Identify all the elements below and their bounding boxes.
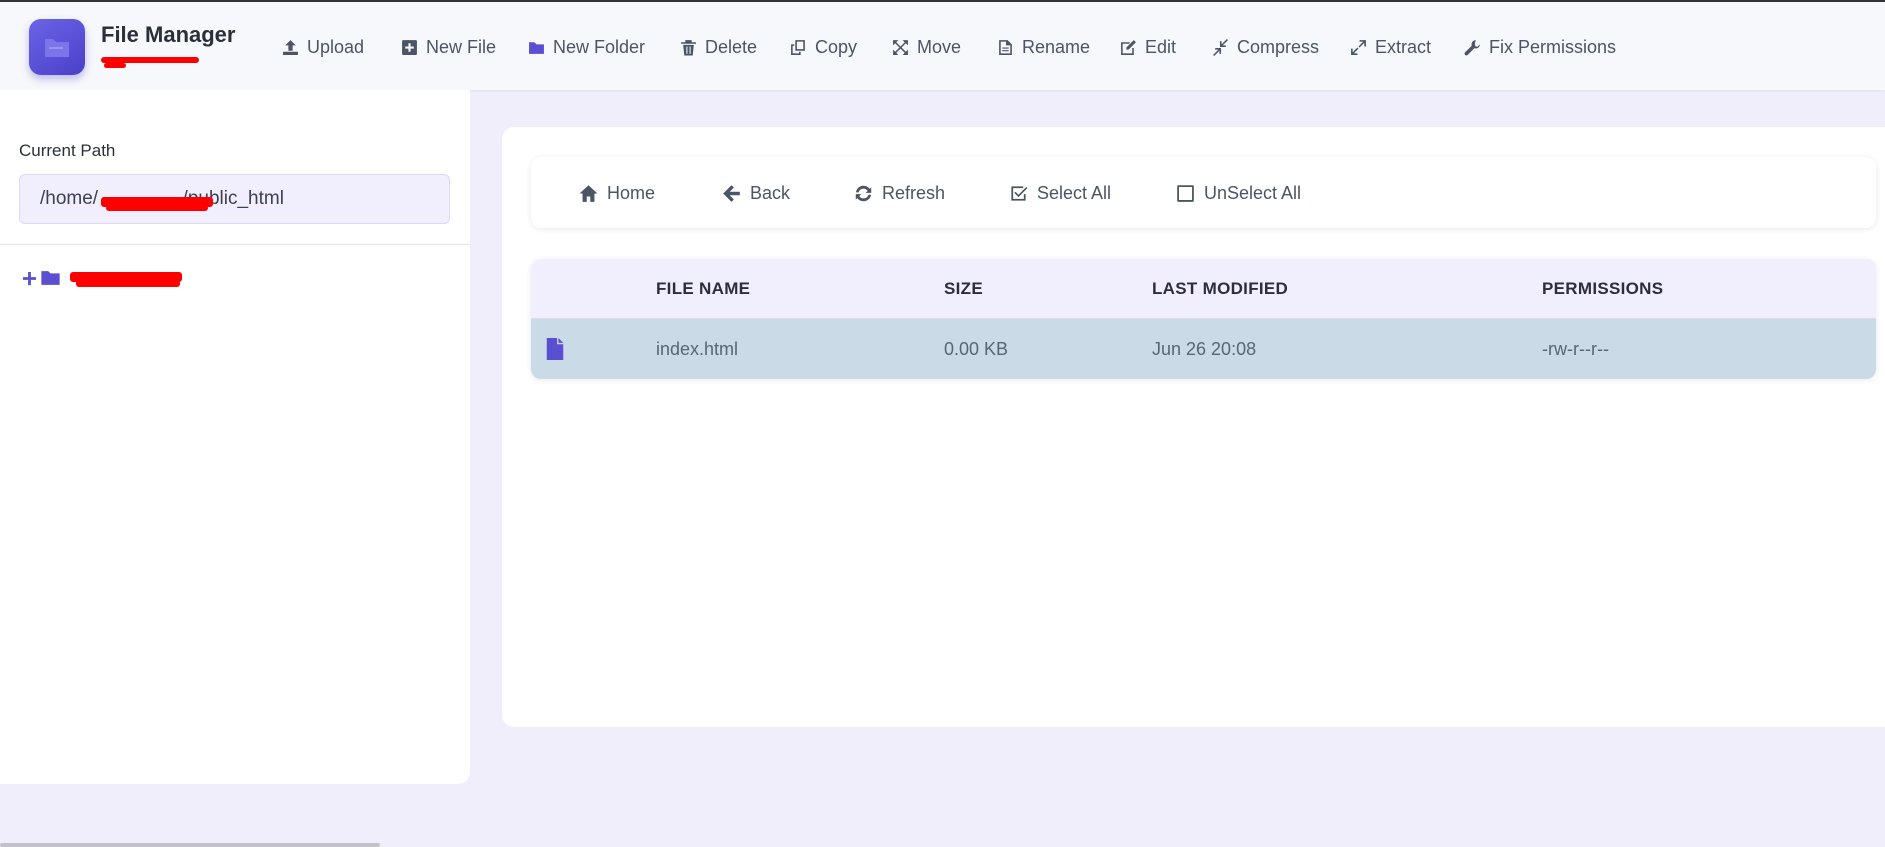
refresh-button[interactable]: Refresh [854,180,945,206]
fix-permissions-label: Fix Permissions [1489,36,1617,57]
file-name-cell: index.html [656,339,739,359]
back-label: Back [750,182,791,203]
move-label: Move [917,36,962,57]
sidebar: Current Path [0,90,470,784]
upload-icon [283,39,298,55]
select-all-button[interactable]: Select All [1009,180,1111,206]
unselect-all-button[interactable]: UnSelect All [1176,180,1301,206]
current-path-label: Current Path [19,141,116,160]
copy-icon [791,39,805,55]
current-path-input[interactable] [19,174,450,224]
upload-label: Upload [307,36,365,57]
file-table: FILE NAME SIZE LAST MODIFIED PERMISSIONS… [531,259,1876,379]
delete-button[interactable]: Delete [680,34,757,60]
app-logo [29,19,85,75]
checked-box-icon [1011,185,1028,201]
extract-button[interactable]: Extract [1350,34,1431,60]
move-icon [893,39,908,55]
top-bar: File Manager Upload New File New Folder … [0,0,1885,90]
edit-button[interactable]: Edit [1120,34,1176,60]
wrench-icon [1464,39,1480,55]
empty-box-icon [1177,184,1194,202]
table-header: FILE NAME SIZE LAST MODIFIED PERMISSIONS [531,259,1876,319]
move-button[interactable]: Move [892,34,961,60]
upload-button[interactable]: Upload [282,34,364,60]
document-icon [999,39,1012,55]
folder-logo-icon [45,39,69,57]
refresh-icon [855,185,872,201]
new-file-label: New File [426,36,497,57]
expand-icon [1351,39,1366,55]
folder-icon [529,41,544,54]
refresh-label: Refresh [882,182,946,203]
redacted-path-segment-lower [106,205,208,211]
file-icon [546,338,564,360]
sidebar-divider [0,244,470,245]
plus-square-icon [402,39,417,55]
column-header-last-modified[interactable]: LAST MODIFIED [1152,279,1288,299]
new-folder-button[interactable]: New Folder [528,34,645,60]
compress-button[interactable]: Compress [1212,34,1319,60]
horizontal-scrollbar[interactable] [0,843,380,847]
home-icon [579,184,598,202]
file-size-cell: 0.00 KB [944,339,1009,359]
navigation-bar: Home Back Refresh Select All UnSelect Al… [531,157,1876,228]
delete-label: Delete [705,36,758,57]
redacted-username-tail [104,63,126,68]
rename-label: Rename [1022,36,1091,57]
trash-icon [681,39,696,55]
column-header-permissions[interactable]: PERMISSIONS [1542,279,1663,299]
select-all-label: Select All [1037,182,1112,203]
column-header-size[interactable]: SIZE [944,279,983,299]
back-button[interactable]: Back [722,180,790,206]
app-title: File Manager [101,22,236,47]
rename-button[interactable]: Rename [997,34,1090,60]
home-button[interactable]: Home [579,180,655,206]
edit-label: Edit [1145,36,1177,57]
new-folder-label: New Folder [553,36,646,57]
arrow-left-icon [723,184,740,202]
expand-plus-icon[interactable] [22,271,37,286]
table-row[interactable]: index.html 0.00 KB Jun 26 20:08 -rw-r--r… [531,319,1876,379]
copy-label: Copy [815,36,858,57]
redacted-folder-name-lower [76,280,180,287]
edit-icon [1121,39,1136,55]
column-header-file-name[interactable]: FILE NAME [656,279,750,299]
copy-button[interactable]: Copy [790,34,857,60]
new-file-button[interactable]: New File [401,34,496,60]
unselect-all-label: UnSelect All [1204,182,1302,203]
compress-label: Compress [1237,36,1320,57]
file-permissions-cell: -rw-r--r-- [1542,339,1609,359]
tree-item-root[interactable] [22,266,60,290]
extract-label: Extract [1375,36,1432,57]
compress-icon [1213,38,1228,56]
fix-permissions-button[interactable]: Fix Permissions [1464,34,1616,60]
home-label: Home [607,182,656,203]
file-modified-cell: Jun 26 20:08 [1152,339,1257,359]
folder-icon [41,271,60,285]
